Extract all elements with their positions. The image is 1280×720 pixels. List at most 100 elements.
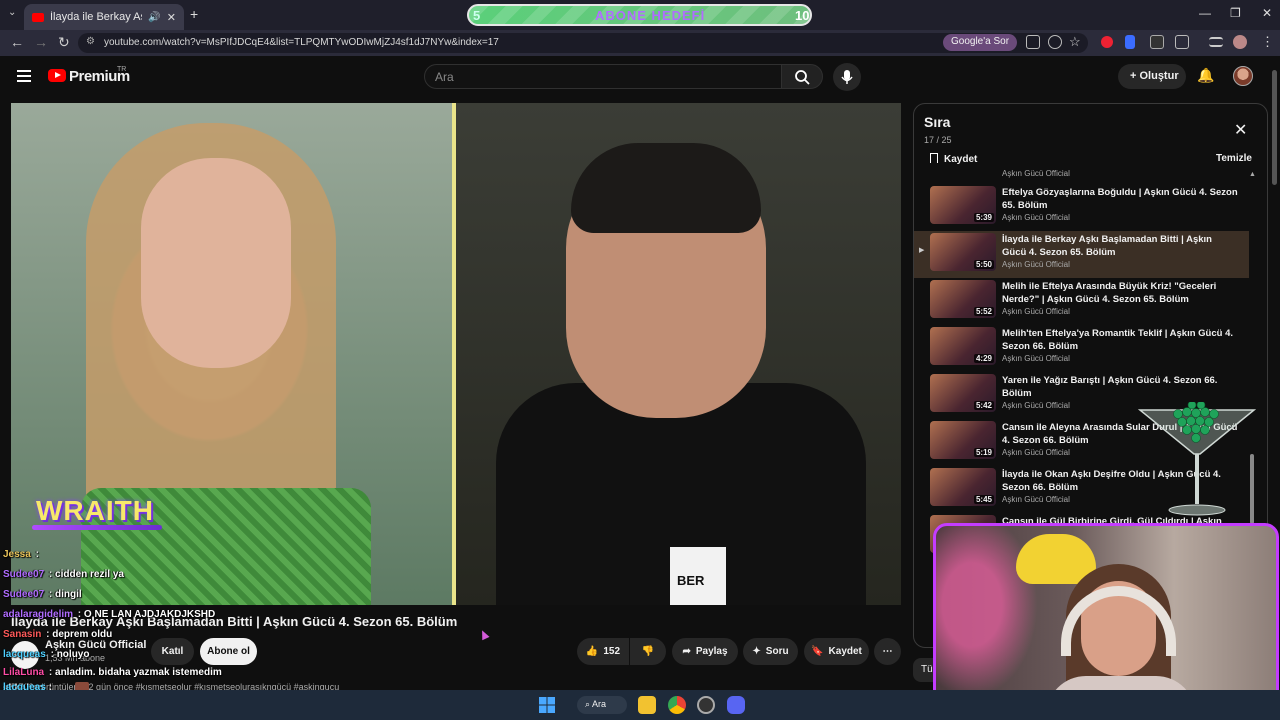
thumbs-down-icon: 👎 — [641, 646, 655, 657]
queue-item-title[interactable]: Melih ile Eftelya Arasında Büyük Kriz! "… — [1002, 280, 1238, 306]
chat-message: lacqueas : noluyo — [3, 649, 90, 660]
goal-label: ABONE HEDEFİ — [595, 8, 706, 23]
queue-thumbnail[interactable]: 5:45 — [930, 468, 996, 506]
dislike-button[interactable]: 👎 — [630, 638, 666, 665]
share-button[interactable]: ➦ Paylaş — [672, 638, 738, 665]
name-badge: BER — [670, 547, 726, 605]
notifications-bell-icon[interactable]: 🔔 — [1197, 67, 1214, 84]
queue-thumbnail[interactable]: 5:50 — [930, 233, 996, 271]
tab-audio-icon[interactable]: 🔊 — [148, 12, 160, 23]
mouse-cursor-icon — [478, 628, 490, 641]
queue-thumbnail[interactable]: 5:19 — [930, 421, 996, 459]
youtube-favicon-icon — [32, 12, 44, 22]
chat-text: dingil — [55, 589, 82, 600]
forward-icon[interactable]: → — [34, 34, 48, 50]
chat-username: Sudee07 — [3, 569, 45, 580]
chat-message: Sanasin : deprem oldu — [3, 629, 113, 640]
install-app-icon[interactable] — [1026, 35, 1040, 49]
queue-item-channel: Aşkın Gücü Official — [1002, 213, 1070, 222]
create-button[interactable]: + Oluştur — [1118, 64, 1186, 89]
chat-message: Sudee07 : dingil — [3, 589, 82, 600]
queue-duration: 5:50 — [973, 260, 994, 269]
more-actions-button[interactable]: ⋯ — [874, 638, 901, 665]
queue-item-title[interactable]: Melih'ten Eftelya'ya Romantik Teklif | A… — [1002, 327, 1238, 353]
ask-button[interactable]: ✦ Soru — [743, 638, 798, 665]
microphone-icon — [841, 70, 853, 84]
queue-save-label: Kaydet — [944, 154, 978, 165]
file-explorer-icon[interactable] — [638, 696, 656, 714]
search-input[interactable]: Ara — [424, 64, 782, 89]
queue-title: Sıra — [924, 114, 951, 130]
chat-username: Sudee07 — [3, 589, 45, 600]
queue-item-channel: Aşkın Gücü Official — [1002, 260, 1070, 269]
queue-item[interactable]: 5:39 Eftelya Gözyaşlarına Boğuldu | Aşkın… — [914, 184, 1249, 231]
queue-item[interactable]: 5:52 Melih ile Eftelya Arasında Büyük Kri… — [914, 278, 1249, 325]
page-scrollbar[interactable] — [1272, 70, 1277, 185]
url-field[interactable]: ⚙ youtube.com/watch?v=MsPIfJDCqE4&list=T… — [78, 33, 1088, 53]
extensions-puzzle-icon[interactable] — [1175, 35, 1189, 49]
hide-icon[interactable] — [1048, 35, 1062, 49]
new-tab-icon[interactable]: + — [190, 6, 198, 22]
queue-duration: 5:52 — [973, 307, 994, 316]
window-close-icon[interactable]: ✕ — [1262, 6, 1272, 20]
queue-item-channel: Aşkın Gücü Official — [1002, 401, 1070, 410]
youtube-logo-icon[interactable] — [48, 69, 66, 82]
extension-record-icon[interactable] — [1101, 36, 1113, 48]
queue-item-channel: Aşkın Gücü Official — [1002, 495, 1070, 504]
queue-thumbnail[interactable]: 5:39 — [930, 186, 996, 224]
extension-translate-icon[interactable] — [1125, 35, 1135, 49]
taskbar-search[interactable]: ⌕ Ara — [577, 696, 627, 714]
extension-box-icon[interactable] — [1150, 35, 1164, 49]
queue-item-title[interactable]: İlayda ile Berkay Aşkı Başlamadan Bitti … — [1002, 233, 1238, 259]
chat-message: LilaLuna : anladim. bidaha yazmak isteme… — [3, 667, 222, 678]
queue-item-title[interactable]: Yaren ile Yağız Barıştı | Aşkın Gücü 4. … — [1002, 374, 1238, 400]
chip-all-label: Tü — [921, 664, 933, 675]
hamburger-menu-icon[interactable] — [17, 70, 31, 85]
chat-username: Jessa — [3, 549, 31, 560]
queue-thumbnail[interactable]: 4:29 — [930, 327, 996, 365]
now-playing-icon: ▶ — [919, 247, 925, 254]
chat-text: cidden rezil ya — [55, 569, 124, 580]
discord-icon[interactable] — [727, 696, 745, 714]
tab-search-icon[interactable]: ⌄ — [8, 7, 16, 18]
account-avatar[interactable] — [1233, 66, 1253, 86]
join-button[interactable]: Katıl — [151, 638, 194, 665]
browser-tab-active[interactable]: İlayda ile Berkay Aşkı Başla 🔊 ✕ — [24, 4, 184, 30]
google-ask-button[interactable]: Google'a Sor — [943, 34, 1018, 51]
browser-menu-icon[interactable]: ⋮ — [1261, 34, 1274, 50]
site-info-icon[interactable]: ⚙ — [86, 36, 95, 47]
reading-list-icon[interactable] — [1209, 37, 1223, 47]
queue-duration: 5:45 — [973, 495, 994, 504]
subscribe-button[interactable]: Abone ol — [200, 638, 257, 665]
like-button[interactable]: 👍 152 — [577, 638, 629, 665]
profile-icon[interactable] — [1233, 35, 1247, 49]
obs-icon[interactable] — [697, 696, 715, 714]
save-label: Kaydet — [828, 646, 862, 657]
search-button[interactable] — [781, 64, 823, 89]
queue-save-button[interactable]: Kaydet — [930, 153, 977, 165]
queue-clear-button[interactable]: Temizle — [1216, 153, 1252, 164]
more-dots-icon: ⋯ — [882, 646, 893, 657]
share-label: Paylaş — [695, 646, 728, 657]
queue-item[interactable]: 4:29 Melih'ten Eftelya'ya Romantik Teklif… — [914, 325, 1249, 372]
queue-close-icon[interactable]: ✕ — [1234, 120, 1247, 140]
goal-end-value: 10 — [795, 8, 810, 23]
thumbs-up-icon: 👍 — [585, 646, 599, 657]
voice-search-button[interactable] — [833, 63, 861, 91]
tab-close-icon[interactable]: ✕ — [167, 11, 176, 24]
chat-text: anladim. bidaha yazmak istemedim — [55, 667, 222, 678]
chat-username: LilaLuna — [3, 667, 45, 678]
reload-icon[interactable]: ↻ — [58, 34, 70, 51]
back-icon[interactable]: ← — [10, 34, 24, 50]
queue-thumbnail[interactable]: 5:52 — [930, 280, 996, 318]
windows-start-icon[interactable] — [538, 696, 556, 714]
queue-item[interactable]: ▶ 5:50 İlayda ile Berkay Aşkı Başlamadan B… — [914, 231, 1249, 278]
queue-item-title[interactable]: Eftelya Gözyaşlarına Boğuldu | Aşkın Güc… — [1002, 186, 1238, 212]
restore-icon[interactable]: ❐ — [1230, 6, 1241, 20]
minimize-icon[interactable]: — — [1199, 6, 1211, 20]
chrome-icon[interactable] — [668, 696, 686, 714]
taskbar-search-label: Ara — [592, 699, 607, 709]
save-button[interactable]: 🔖 Kaydet — [804, 638, 869, 665]
bookmark-star-icon[interactable]: ☆ — [1069, 34, 1081, 50]
queue-thumbnail[interactable]: 5:42 — [930, 374, 996, 412]
